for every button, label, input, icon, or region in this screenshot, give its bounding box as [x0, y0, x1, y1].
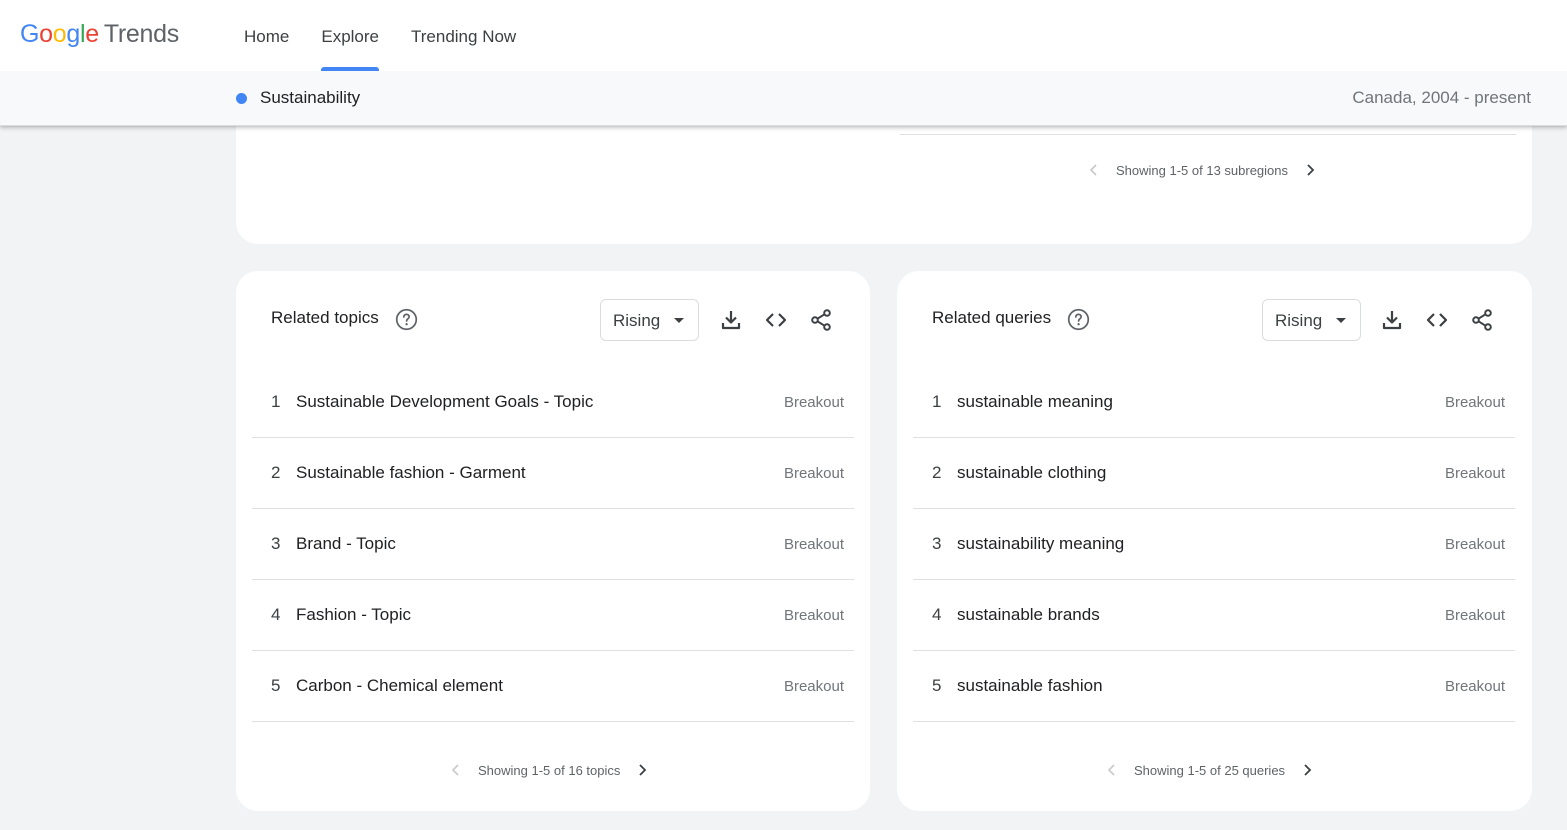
- item-label[interactable]: Sustainable fashion - Garment: [296, 463, 526, 483]
- caret-down-icon: [674, 318, 684, 323]
- item-value: Breakout: [1444, 465, 1505, 482]
- item-value: Breakout: [1444, 394, 1505, 411]
- related-queries-title: Related queries: [932, 308, 1052, 327]
- item-label[interactable]: Brand - Topic: [296, 534, 396, 554]
- search-term-color-dot: [236, 93, 247, 104]
- explore-summary-bar: Sustainability Canada, 2004 - present: [0, 71, 1567, 126]
- chevron-left-icon[interactable]: [1086, 162, 1102, 178]
- item-rank: 5: [271, 676, 281, 695]
- embed-code-icon[interactable]: [764, 308, 788, 332]
- download-icon[interactable]: [1380, 308, 1404, 332]
- item-rank: 4: [271, 605, 281, 624]
- item-rank: 2: [932, 463, 942, 482]
- related-queries-card: Related queries Rising 1 sustainable mea…: [897, 271, 1532, 811]
- item-label[interactable]: Carbon - Chemical element: [296, 676, 503, 696]
- list-item[interactable]: 4 sustainable brands Breakout: [913, 580, 1515, 651]
- logo-product-name: Trends: [103, 20, 179, 48]
- topics-pager-text: Showing 1-5 of 16 topics: [478, 762, 621, 778]
- chevron-right-icon[interactable]: [1302, 162, 1318, 178]
- logo-letter: G: [20, 20, 40, 48]
- item-rank: 3: [932, 534, 942, 553]
- list-item[interactable]: 4 Fashion - Topic Breakout: [252, 580, 854, 651]
- item-rank: 1: [271, 392, 281, 411]
- chevron-left-icon[interactable]: [1104, 762, 1120, 778]
- help-icon[interactable]: [1067, 308, 1090, 331]
- list-item[interactable]: 3 sustainability meaning Breakout: [913, 509, 1515, 580]
- chevron-right-icon[interactable]: [634, 762, 650, 778]
- item-label[interactable]: sustainability meaning: [957, 534, 1124, 554]
- nav-tab-home[interactable]: Home: [228, 0, 305, 71]
- item-rank: 3: [271, 534, 281, 553]
- item-label[interactable]: sustainable meaning: [957, 392, 1113, 412]
- topics-filter-dropdown[interactable]: Rising: [600, 299, 699, 341]
- queries-filter-dropdown[interactable]: Rising: [1262, 299, 1361, 341]
- item-value: Breakout: [783, 536, 844, 553]
- item-rank: 4: [932, 605, 942, 624]
- list-item[interactable]: 5 Carbon - Chemical element Breakout: [252, 651, 854, 722]
- region-time-label[interactable]: Canada, 2004 - present: [1352, 88, 1531, 108]
- google-trends-logo[interactable]: Google Trends: [20, 20, 179, 49]
- list-item[interactable]: 1 Sustainable Development Goals - Topic …: [252, 367, 854, 438]
- list-item[interactable]: 2 Sustainable fashion - Garment Breakout: [252, 438, 854, 509]
- item-value: Breakout: [1444, 678, 1505, 695]
- related-queries-list: 1 sustainable meaning Breakout 2 sustain…: [913, 367, 1515, 722]
- related-topics-list: 1 Sustainable Development Goals - Topic …: [252, 367, 854, 722]
- chevron-right-icon[interactable]: [1299, 762, 1315, 778]
- queries-pager-text: Showing 1-5 of 25 queries: [1134, 762, 1286, 778]
- item-rank: 1: [932, 392, 942, 411]
- list-item[interactable]: 1 sustainable meaning Breakout: [913, 367, 1515, 438]
- item-value: Breakout: [783, 394, 844, 411]
- list-item[interactable]: 3 Brand - Topic Breakout: [252, 509, 854, 580]
- related-topics-card: Related topics Rising 1 Sustainable Deve…: [236, 271, 870, 811]
- subregion-pager: Showing 1-5 of 13 subregions: [1086, 162, 1318, 178]
- item-value: Breakout: [1444, 607, 1505, 624]
- main-nav: Home Explore Trending Now: [228, 0, 532, 71]
- top-app-bar: Google Trends Home Explore Trending Now: [0, 0, 1567, 71]
- help-icon[interactable]: [395, 308, 418, 331]
- item-value: Breakout: [1444, 536, 1505, 553]
- nav-tab-trending-now[interactable]: Trending Now: [395, 0, 532, 71]
- share-icon[interactable]: [1470, 308, 1494, 332]
- nav-tab-explore[interactable]: Explore: [305, 0, 395, 71]
- logo-letter: g: [66, 20, 80, 48]
- subregion-list-divider: [900, 134, 1516, 135]
- item-value: Breakout: [783, 678, 844, 695]
- chevron-left-icon[interactable]: [448, 762, 464, 778]
- list-item[interactable]: 5 sustainable fashion Breakout: [913, 651, 1515, 722]
- logo-letter: e: [85, 20, 99, 48]
- item-value: Breakout: [783, 607, 844, 624]
- item-rank: 2: [271, 463, 281, 482]
- search-term-label[interactable]: Sustainability: [260, 88, 360, 108]
- item-value: Breakout: [783, 465, 844, 482]
- logo-letter: o: [39, 20, 53, 48]
- list-item[interactable]: 2 sustainable clothing Breakout: [913, 438, 1515, 509]
- share-icon[interactable]: [809, 308, 833, 332]
- caret-down-icon: [1336, 318, 1346, 323]
- item-label[interactable]: sustainable clothing: [957, 463, 1106, 483]
- queries-filter-value: Rising: [1275, 311, 1323, 330]
- item-label[interactable]: sustainable brands: [957, 605, 1100, 625]
- queries-pager: Showing 1-5 of 25 queries: [1104, 762, 1315, 778]
- item-rank: 5: [932, 676, 942, 695]
- item-label[interactable]: sustainable fashion: [957, 676, 1103, 696]
- embed-code-icon[interactable]: [1425, 308, 1449, 332]
- logo-letter: o: [52, 20, 67, 48]
- topics-pager: Showing 1-5 of 16 topics: [448, 762, 650, 778]
- topics-filter-value: Rising: [613, 311, 661, 330]
- item-label[interactable]: Sustainable Development Goals - Topic: [296, 392, 593, 412]
- related-topics-title: Related topics: [271, 308, 379, 327]
- subregion-pager-text: Showing 1-5 of 13 subregions: [1116, 162, 1289, 178]
- download-icon[interactable]: [719, 308, 743, 332]
- item-label[interactable]: Fashion - Topic: [296, 605, 411, 625]
